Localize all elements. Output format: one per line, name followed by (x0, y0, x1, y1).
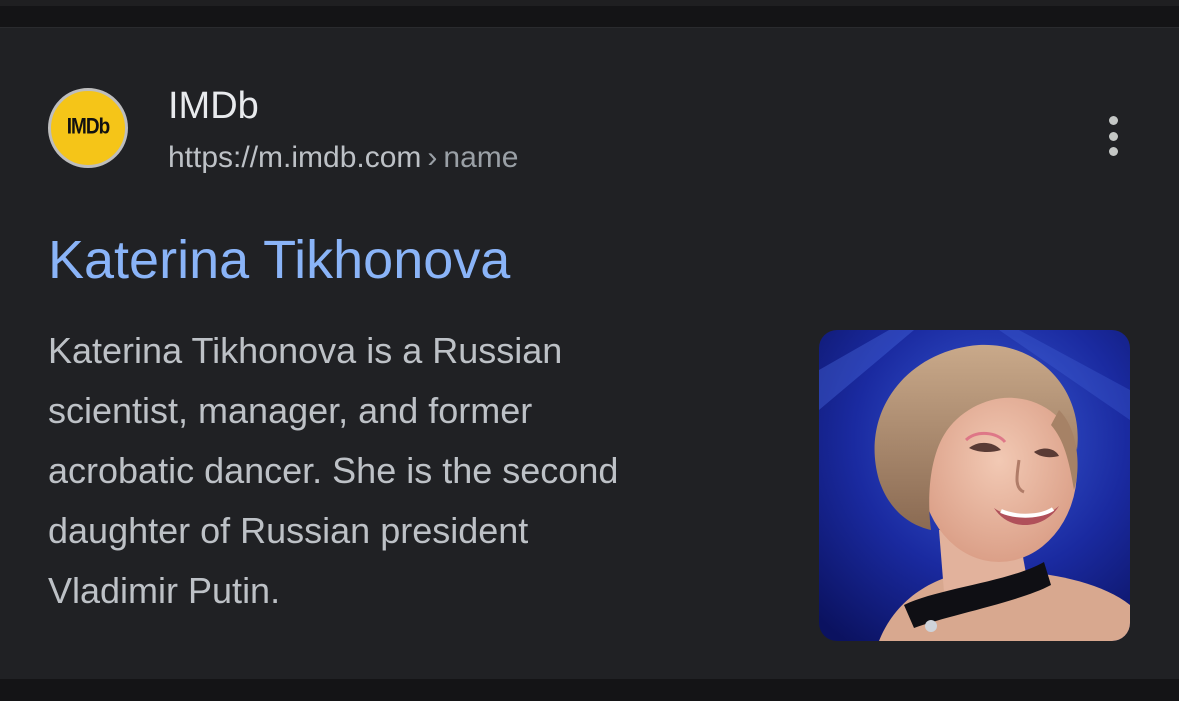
result-title-link[interactable]: Katerina Tikhonova (48, 228, 510, 292)
result-snippet: Katerina Tikhonova is a Russian scientis… (48, 321, 748, 621)
result-thumbnail-image[interactable] (819, 330, 1130, 641)
breadcrumb-url[interactable]: https://m.imdb.com › name (168, 140, 518, 176)
more-options-button[interactable] (1096, 116, 1130, 156)
snippet-line: Katerina Tikhonova is a Russian (48, 330, 563, 371)
imdb-favicon-icon[interactable]: IMDb (48, 88, 128, 168)
favicon-text: IMDb (66, 115, 110, 140)
bottom-divider (0, 679, 1179, 701)
url-path: name (443, 141, 519, 174)
site-name[interactable]: IMDb (168, 84, 259, 128)
snippet-line: acrobatic dancer. She is the second (48, 450, 619, 491)
search-result-card: IMDb IMDb https://m.imdb.com › name Kateri… (0, 27, 1179, 680)
snippet-line: Vladimir Putin. (48, 570, 281, 611)
top-divider (0, 0, 1179, 6)
url-separator: › (427, 141, 438, 174)
more-vert-icon (1108, 116, 1118, 125)
url-domain: https://m.imdb.com (168, 141, 422, 174)
portrait-photo (819, 330, 1130, 641)
snippet-line: scientist, manager, and former (48, 390, 533, 431)
snippet-line: daughter of Russian president (48, 510, 529, 551)
